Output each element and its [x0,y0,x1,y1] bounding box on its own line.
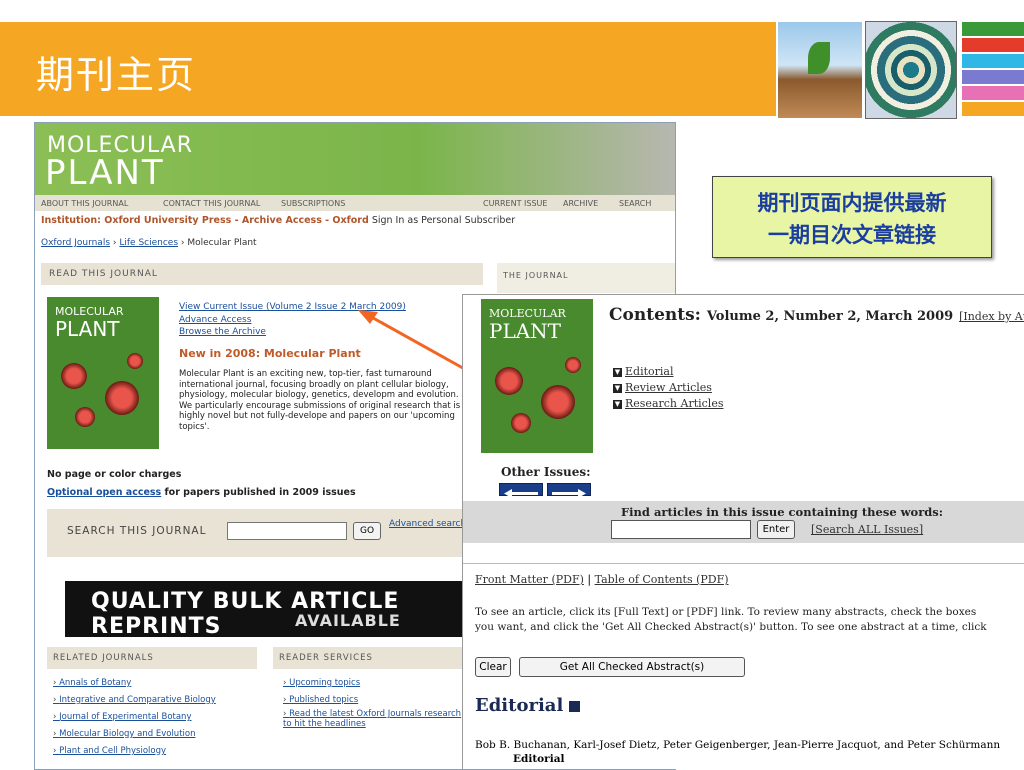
contents-volume: Volume 2, Number 2, March 2009 [706,309,954,324]
contents-cover-image: MOLECULAR PLANT [481,299,593,453]
section-link-research[interactable]: ▼ Research Articles [613,397,723,410]
instructions-line1: To see an article, click its [Full Text]… [475,606,977,618]
down-arrow-icon: ▼ [613,383,622,393]
editorial-heading: Editorial [475,695,581,716]
previous-issue-button[interactable] [499,483,543,498]
toc-pdf-link[interactable]: Table of Contents (PDF) [595,573,729,586]
enter-button[interactable]: Enter [757,520,795,539]
contents-cover-logo-line2: PLANT [489,319,562,343]
section-label: Editorial [625,365,674,378]
find-articles-input[interactable] [611,520,751,539]
contents-page-screenshot: MOLECULAR PLANT Contents: Volume 2, Numb… [462,294,1024,769]
pdf-links: Front Matter (PDF) | Table of Contents (… [475,573,729,586]
contents-title: Contents: Volume 2, Number 2, March 2009… [609,305,1024,325]
next-issue-button[interactable] [547,483,591,498]
index-by-author-link[interactable]: [Index by Au [959,310,1024,323]
down-arrow-icon: ▼ [613,399,622,409]
find-articles-bar: Find articles in this issue containing t… [463,501,1024,543]
other-issues-label: Other Issues: [501,465,591,479]
instructions-line2: you want, and click the 'Get All Checked… [475,621,987,633]
contents-title-label: Contents: [609,305,701,325]
section-label: Review Articles [625,381,712,394]
get-checked-abstracts-button[interactable]: Get All Checked Abstract(s) [519,657,745,677]
search-all-issues-link[interactable]: [Search ALL Issues] [811,523,923,536]
editorial-heading-label: Editorial [475,695,564,716]
down-arrow-icon: ▼ [613,367,622,377]
section-link-review[interactable]: ▼ Review Articles [613,381,712,394]
section-marker-icon [569,700,581,712]
section-label: Research Articles [625,397,724,410]
clear-button[interactable]: Clear [475,657,511,677]
section-link-editorial[interactable]: ▼ Editorial [613,365,674,378]
instructions-text: To see an article, click its [Full Text]… [475,605,1024,635]
divider [463,563,1024,564]
front-matter-link[interactable]: Front Matter (PDF) [475,573,584,586]
article-type: Editorial [513,753,565,765]
article-authors: Bob B. Buchanan, Karl-Josef Dietz, Peter… [475,739,1001,751]
find-articles-label: Find articles in this issue containing t… [621,505,944,519]
